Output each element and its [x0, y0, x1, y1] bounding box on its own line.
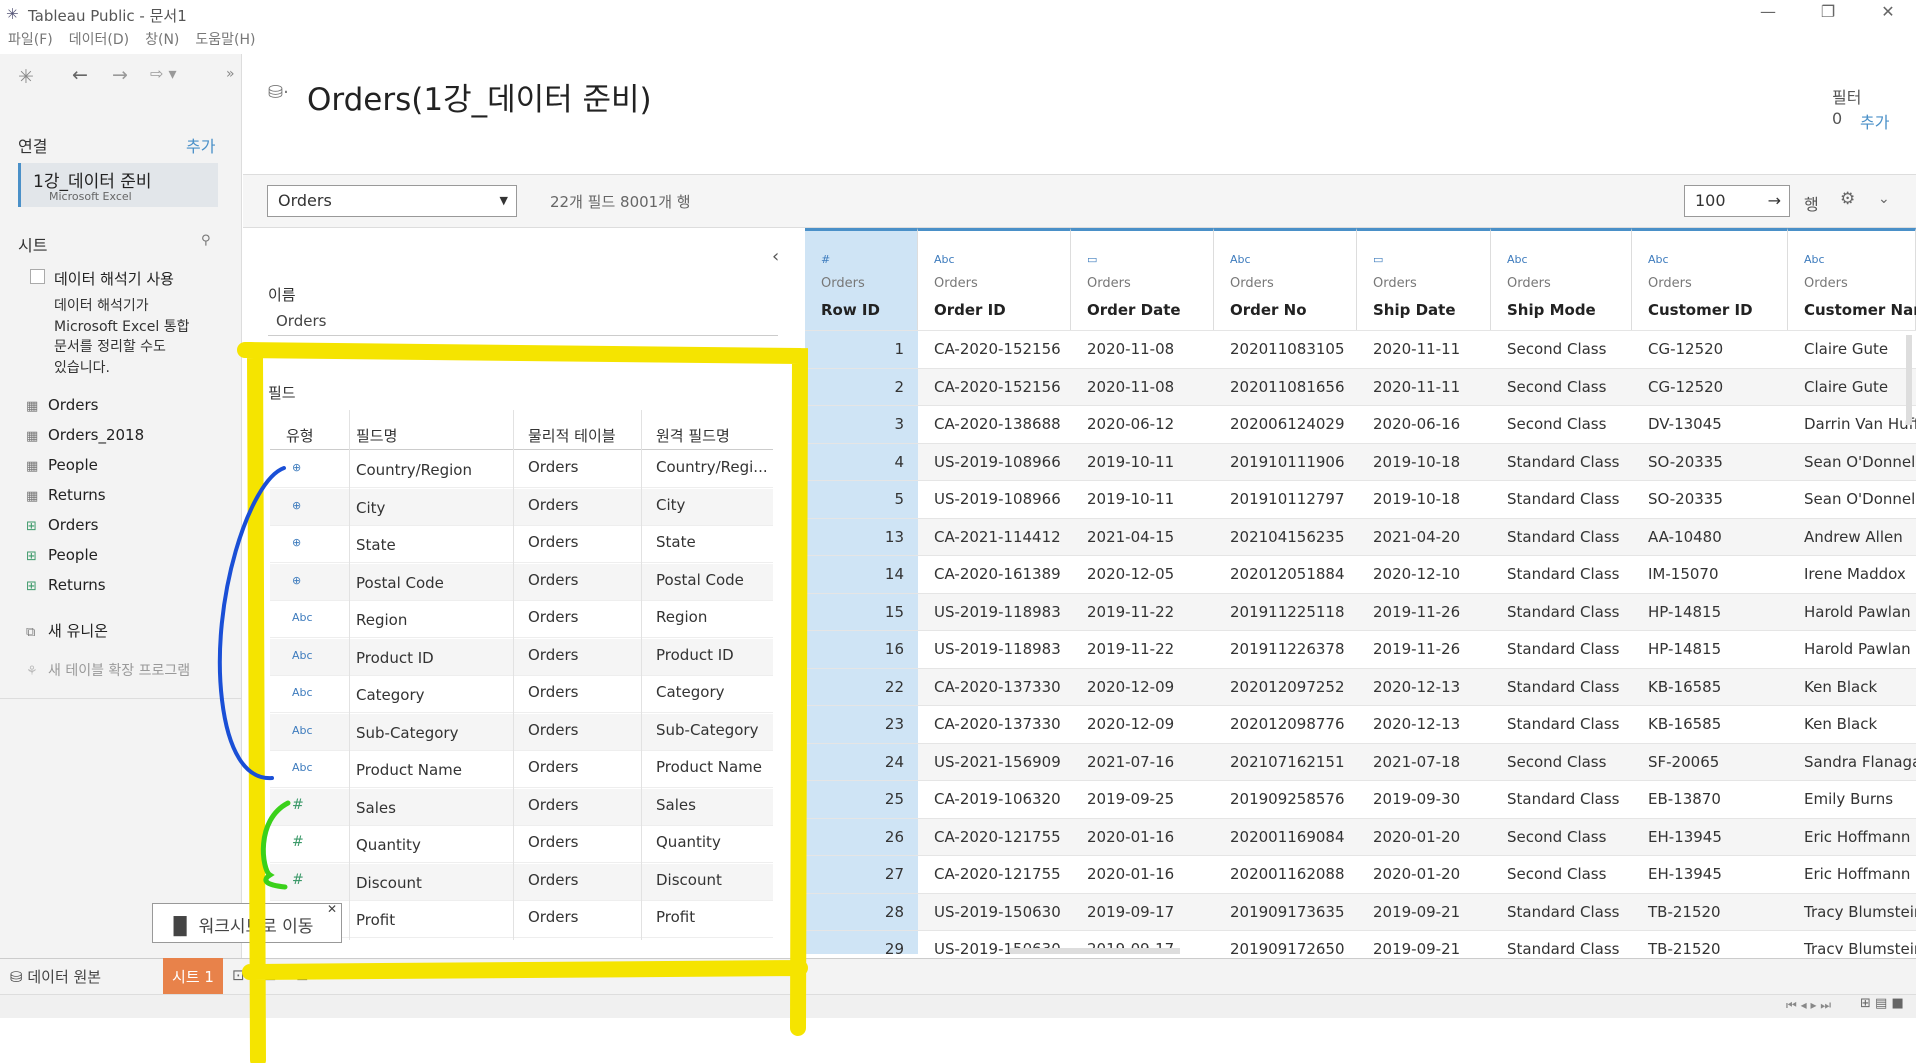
yellow-highlight-box: [237, 342, 809, 1063]
annotation-overlay: [217, 342, 809, 1063]
green-annotation-stroke: [260, 800, 291, 890]
